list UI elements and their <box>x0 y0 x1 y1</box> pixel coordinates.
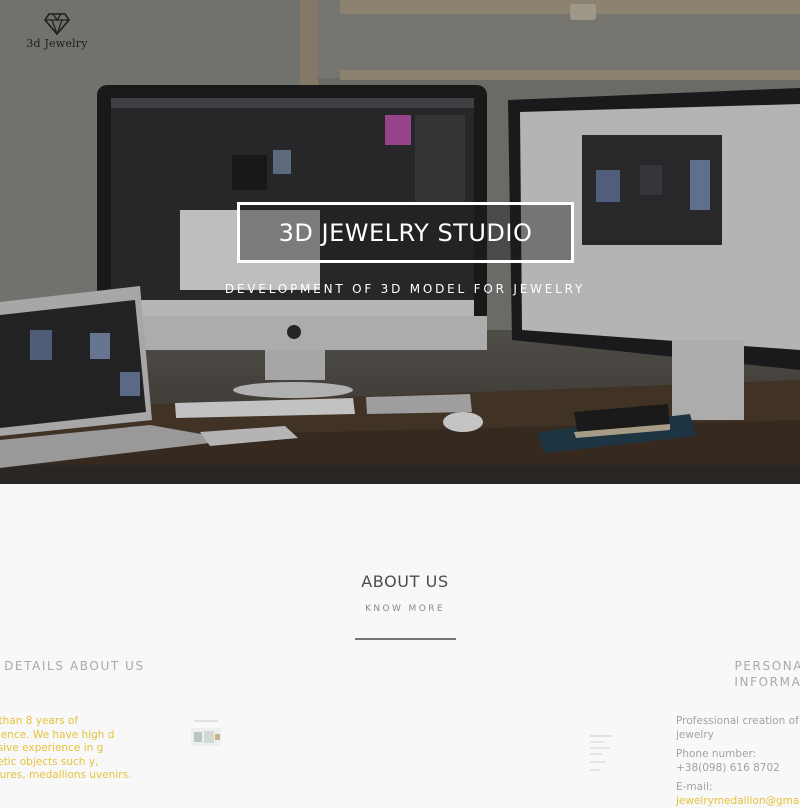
personal-info-heading: PERSONALIT INFORMATIO <box>705 658 800 690</box>
personal-info-text: Professional creation of y of jewelry Ph… <box>676 715 800 808</box>
details-text: more than 8 years of experience. We have… <box>0 715 136 783</box>
hero-title: 3D JEWELRY STUDIO <box>279 219 533 247</box>
phone-label: Phone number: <box>676 748 800 762</box>
section-divider <box>355 638 456 640</box>
diamond-icon <box>44 13 70 35</box>
email-link[interactable]: jewelrymedallion@gmail <box>676 795 800 808</box>
jewelry-thumbnail-image <box>188 718 224 752</box>
email-label: E-mail: <box>676 781 800 795</box>
details-heading: W DETAILS ABOUT US <box>0 658 170 674</box>
phone-value[interactable]: +38(098) 616 8702 <box>676 762 800 776</box>
medallion-thumbnail-image <box>586 733 618 777</box>
info-description: Professional creation of y of jewelry <box>676 715 800 742</box>
logo-text: 3d Jewelry <box>22 37 92 50</box>
hero-section: 3d Jewelry 3D JEWELRY STUDIO DEVELOPMENT… <box>0 0 800 484</box>
site-logo[interactable]: 3d Jewelry <box>22 13 92 53</box>
hero-title-box: 3D JEWELRY STUDIO <box>237 202 574 263</box>
about-subtitle: KNOW MORE <box>250 604 560 614</box>
about-title: ABOUT US <box>250 572 560 591</box>
hero-subtitle: DEVELOPMENT OF 3D MODEL FOR JEWELRY <box>160 282 650 296</box>
